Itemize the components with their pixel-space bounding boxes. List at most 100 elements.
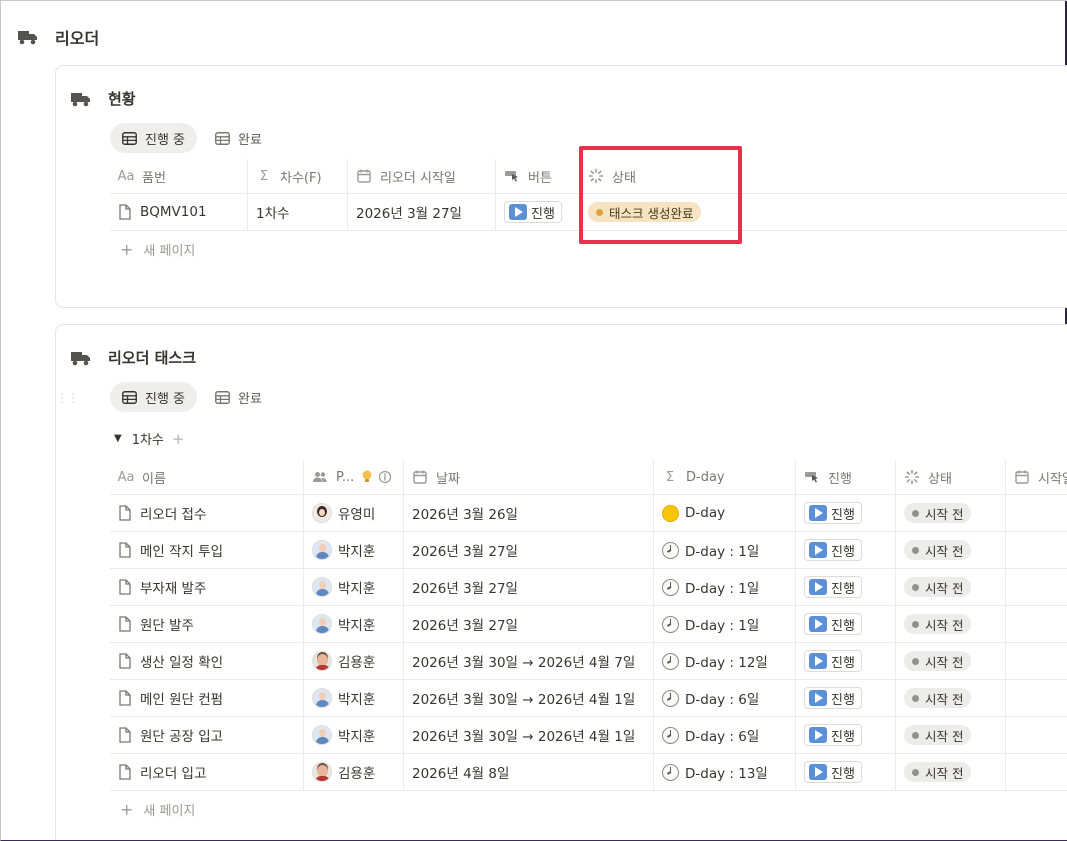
avatar: [312, 614, 332, 634]
status-cell[interactable]: 시작 전: [896, 754, 1006, 790]
person-cell[interactable]: 박지훈: [304, 606, 404, 642]
date-cell[interactable]: 2026년 4월 8일: [404, 754, 654, 790]
date-cell[interactable]: 2026년 3월 27일: [404, 532, 654, 568]
name-cell[interactable]: 리오더 접수: [110, 495, 304, 531]
status-cell[interactable]: 시작 전: [896, 606, 1006, 642]
run-button[interactable]: 진행: [804, 687, 862, 709]
status-cell[interactable]: 시작 전: [896, 680, 1006, 716]
dday-cell[interactable]: D-day : 13일: [654, 754, 796, 790]
dday-cell[interactable]: D-day : 6일: [654, 680, 796, 716]
run-button[interactable]: 진행: [804, 761, 862, 783]
date-cell[interactable]: 2026년 3월 27일: [404, 606, 654, 642]
dday-cell[interactable]: D-day : 12일: [654, 643, 796, 679]
table-row[interactable]: 리오더 접수 유영미 2026년 3월 26일 D-day 진행 시작 전: [110, 495, 1067, 532]
person-cell[interactable]: 박지훈: [304, 717, 404, 753]
start-date-cell[interactable]: 2026년 3월 27일: [348, 194, 496, 230]
person-cell[interactable]: 박지훈: [304, 569, 404, 605]
table-row[interactable]: 메인 원단 컨펌 박지훈 2026년 3월 30일 → 2026년 4월 1일 …: [110, 680, 1067, 717]
name-cell[interactable]: 메인 원단 컨펌: [110, 680, 304, 716]
tab-in-progress[interactable]: 진행 중: [110, 123, 198, 153]
table-row[interactable]: BQMV101 1차수 2026년 3월 27일 진행 태스크 생성완료: [110, 194, 1067, 231]
drag-handle-icon[interactable]: ⋮⋮: [56, 391, 79, 405]
date-cell[interactable]: 2026년 3월 26일: [404, 495, 654, 531]
info-icon[interactable]: [378, 470, 392, 484]
date-cell[interactable]: 2026년 3월 30일 → 2026년 4월 1일: [404, 680, 654, 716]
person-cell[interactable]: 박지훈: [304, 532, 404, 568]
start-date-cell[interactable]: [1006, 606, 1067, 642]
run-button[interactable]: 진행: [804, 576, 862, 598]
column-header-start-date[interactable]: 리오더 시작일: [348, 159, 496, 193]
date-cell[interactable]: 2026년 3월 30일 → 2026년 4월 7일: [404, 643, 654, 679]
column-header-date[interactable]: 날짜: [404, 460, 654, 494]
dday-cell[interactable]: D-day : 1일: [654, 532, 796, 568]
column-header-part-no[interactable]: Aa 품번: [110, 159, 248, 193]
plus-icon[interactable]: +: [172, 430, 185, 448]
start-date-cell[interactable]: [1006, 680, 1067, 716]
new-page-button[interactable]: + 새 페이지: [110, 231, 1067, 267]
run-button[interactable]: 진행: [804, 502, 862, 524]
status-cell[interactable]: 시작 전: [896, 643, 1006, 679]
column-header-dday[interactable]: Σ D-day: [654, 460, 796, 494]
table-row[interactable]: 생산 일정 확인 김용훈 2026년 3월 30일 → 2026년 4월 7일 …: [110, 643, 1067, 680]
avatar: [312, 540, 332, 560]
person: 박지훈: [312, 725, 375, 745]
column-header-status[interactable]: 상태: [580, 159, 1067, 193]
table-row[interactable]: 원단 발주 박지훈 2026년 3월 27일 D-day : 1일 진행 시작 …: [110, 606, 1067, 643]
dday-cell[interactable]: D-day : 1일: [654, 569, 796, 605]
group-header[interactable]: ▼ 1차수 +: [114, 429, 185, 449]
column-header-status[interactable]: 상태: [896, 460, 1006, 494]
table-row[interactable]: 리오더 입고 김용훈 2026년 4월 8일 D-day : 13일 진행 시작…: [110, 754, 1067, 791]
status-cell[interactable]: 태스크 생성완료: [580, 194, 1067, 230]
column-header-person[interactable]: P...: [304, 460, 404, 494]
table-row[interactable]: 메인 작지 투입 박지훈 2026년 3월 27일 D-day : 1일 진행 …: [110, 532, 1067, 569]
start-date-cell[interactable]: [1006, 754, 1067, 790]
tab-completed[interactable]: 완료: [203, 382, 274, 412]
run-button[interactable]: 진행: [804, 539, 862, 561]
start-date-cell[interactable]: [1006, 569, 1067, 605]
date-cell[interactable]: 2026년 3월 27일: [404, 569, 654, 605]
table-row[interactable]: 원단 공장 입고 박지훈 2026년 3월 30일 → 2026년 4월 1일 …: [110, 717, 1067, 754]
name-cell[interactable]: 리오더 입고: [110, 754, 304, 790]
dday: D-day : 6일: [662, 688, 759, 708]
name-cell[interactable]: 원단 공장 입고: [110, 717, 304, 753]
name-cell[interactable]: 메인 작지 투입: [110, 532, 304, 568]
name-cell[interactable]: 생산 일정 확인: [110, 643, 304, 679]
name-cell[interactable]: 부자재 발주: [110, 569, 304, 605]
part-no-cell[interactable]: BQMV101: [110, 194, 248, 230]
column-header-button[interactable]: 버튼: [496, 159, 580, 193]
start-date-cell[interactable]: [1006, 495, 1067, 531]
column-header-start-date[interactable]: 시작일: [1006, 460, 1067, 494]
tab-in-progress[interactable]: 진행 중: [110, 382, 198, 412]
dday-cell[interactable]: D-day : 6일: [654, 717, 796, 753]
status-dot: [912, 546, 919, 554]
tab-completed[interactable]: 완료: [203, 123, 274, 153]
run-button[interactable]: 진행: [504, 201, 562, 223]
column-header-round[interactable]: Σ 차수(F): [248, 159, 348, 193]
column-header-name[interactable]: Aa 이름: [110, 460, 304, 494]
dday-cell[interactable]: D-day : 1일: [654, 606, 796, 642]
start-date-cell[interactable]: [1006, 643, 1067, 679]
person-cell[interactable]: 김용훈: [304, 643, 404, 679]
status-cell[interactable]: 시작 전: [896, 717, 1006, 753]
table-row[interactable]: 부자재 발주 박지훈 2026년 3월 27일 D-day : 1일 진행 시작…: [110, 569, 1067, 606]
run-button[interactable]: 진행: [804, 724, 862, 746]
progress-cell: 진행: [796, 680, 896, 716]
date-cell[interactable]: 2026년 3월 30일 → 2026년 4월 1일: [404, 717, 654, 753]
round-cell[interactable]: 1차수: [248, 194, 348, 230]
name-cell[interactable]: 원단 발주: [110, 606, 304, 642]
run-button[interactable]: 진행: [804, 650, 862, 672]
new-page-button[interactable]: + 새 페이지: [110, 791, 1067, 827]
status-cell[interactable]: 시작 전: [896, 495, 1006, 531]
run-button[interactable]: 진행: [804, 613, 862, 635]
collapse-triangle-icon[interactable]: ▼: [114, 433, 122, 444]
start-date-cell[interactable]: [1006, 717, 1067, 753]
status-cell[interactable]: 시작 전: [896, 532, 1006, 568]
status-cell[interactable]: 시작 전: [896, 569, 1006, 605]
person-cell[interactable]: 박지훈: [304, 680, 404, 716]
person-cell[interactable]: 유영미: [304, 495, 404, 531]
dday-cell[interactable]: D-day: [654, 495, 796, 531]
play-icon: [809, 690, 827, 706]
person-cell[interactable]: 김용훈: [304, 754, 404, 790]
start-date-cell[interactable]: [1006, 532, 1067, 568]
column-header-progress[interactable]: 진행: [796, 460, 896, 494]
